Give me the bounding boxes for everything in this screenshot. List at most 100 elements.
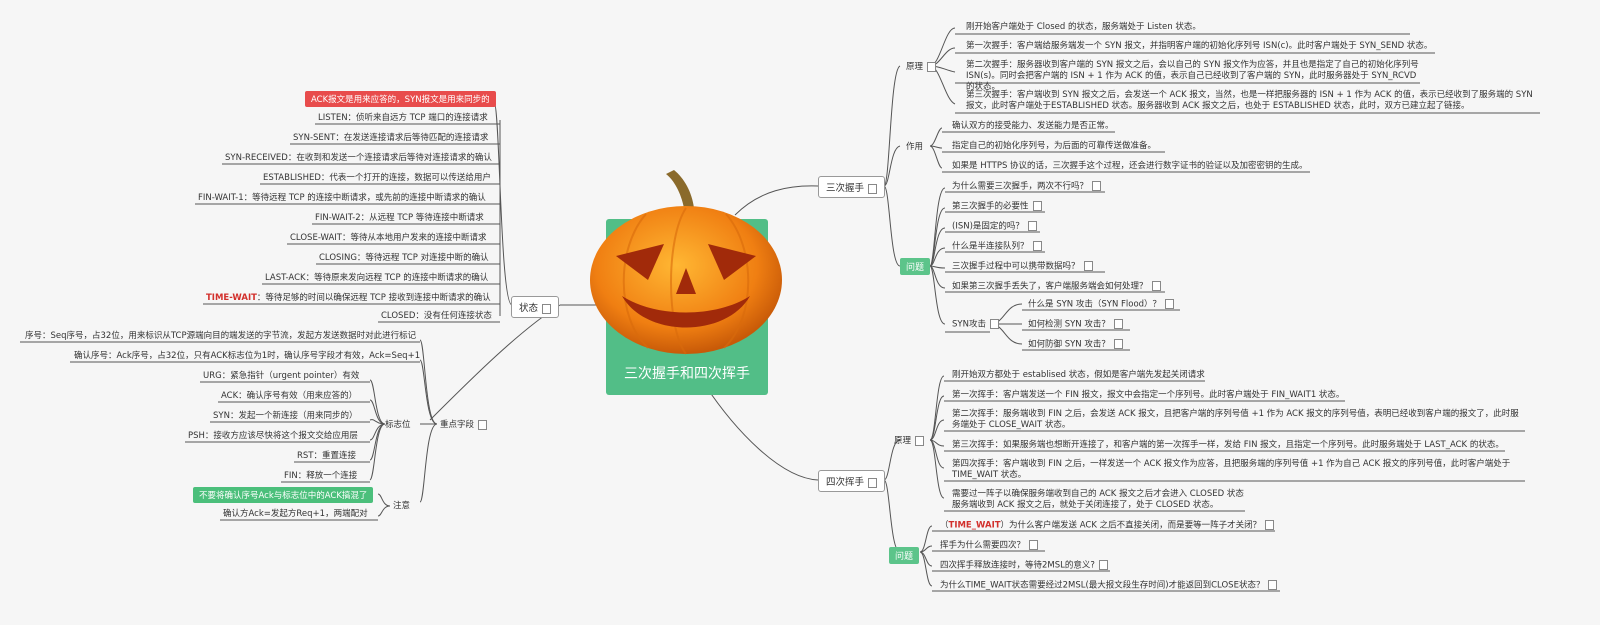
field-seq: 序号：Seq序号，占32位，用来标识从TCP源端向目的端发送的字节流，发起方发送…	[25, 331, 417, 341]
question-text: 如何防御 SYN 攻击？	[1028, 339, 1110, 350]
question-text: 四次挥手释放连接时，等待2MSL的意义?	[940, 560, 1095, 571]
states-note-tag: ACK报文是用来应答的，SYN报文是用来同步的	[305, 91, 496, 107]
four-way-principle-item: 第二次挥手：服务端收到 FIN 之后，会发送 ACK 报文，且把客户端的序列号值…	[952, 409, 1519, 430]
notes-text: 确认方Ack=发起方Req+1，两端配对	[223, 509, 368, 519]
node-three-way-handshake[interactable]: 三次握手	[818, 176, 886, 198]
flag-item: RST：重置连接	[297, 451, 356, 461]
note-icon	[868, 477, 878, 488]
note-icon	[542, 303, 552, 314]
three-way-question[interactable]: 第三次握手的必要性	[952, 201, 1042, 213]
flag-item: SYN：发起一个新连接（用来同步的）	[213, 411, 358, 421]
node-three-way-principle[interactable]: 原理	[906, 60, 937, 72]
syn-attack-question[interactable]: 如何防御 SYN 攻击？	[1028, 339, 1123, 351]
flag-item: ACK：确认序号有效（用来应答的）	[221, 391, 358, 401]
four-way-principle-item: 需要过一阵子以确保服务端收到自己的 ACK 报文之后才会进入 CLOSED 状态…	[952, 489, 1244, 510]
node-label: 状态	[519, 303, 539, 314]
question-text: （TIME_WAIT）为什么客户端发送 ACK 之后不直接关闭，而是要等一阵子才…	[940, 520, 1262, 531]
node-three-way-role[interactable]: 作用	[906, 140, 923, 152]
question-text: (ISN)是固定的吗？	[952, 221, 1024, 232]
state-item: FIN-WAIT-2：从远程 TCP 等待连接中断请求	[315, 213, 484, 223]
three-way-principle-item: 第二次握手：服务器收到客户端的 SYN 报文之后，会以自己的 SYN 报文作为应…	[966, 60, 1419, 92]
question-text: 为什么需要三次握手，两次不行吗？	[952, 181, 1089, 192]
question-text: 为什么TIME_WAIT状态需要经过2MSL(最大报文段生存时间)才能返回到CL…	[940, 580, 1265, 591]
four-way-question[interactable]: 为什么TIME_WAIT状态需要经过2MSL(最大报文段生存时间)才能返回到CL…	[940, 580, 1278, 592]
node-label: 四次挥手	[826, 477, 865, 488]
question-text: 三次握手过程中可以携带数据吗？	[952, 261, 1080, 272]
note-icon	[989, 319, 999, 329]
state-item: CLOSED：没有任何连接状态	[381, 311, 492, 321]
three-way-role-item: 确认双方的接受能力、发送能力是否正常。	[952, 121, 1114, 131]
state-item: CLOSE-WAIT：等待从本地用户发来的连接中断请求	[290, 233, 487, 243]
question-text: 什么是半连接队列？	[952, 241, 1029, 252]
center-topic-title: 三次握手和四次挥手	[624, 366, 750, 382]
flag-item: URG：紧急指针（urgent pointer）有效	[203, 371, 360, 381]
four-way-principle-item: 刚开始双方都处于 establised 状态，假如是客户端先发起关闭请求	[952, 370, 1205, 380]
note-icon	[1098, 560, 1108, 570]
note-icon	[1165, 299, 1175, 309]
note-icon	[915, 435, 925, 446]
state-item: ESTABLISHED：代表一个打开的连接，数据可以传送给用户	[263, 173, 491, 183]
four-way-question[interactable]: 挥手为什么需要四次？	[940, 540, 1039, 552]
note-icon	[868, 183, 878, 194]
flag-item: PSH：接收方应该尽快将这个报文交给应用层	[188, 431, 358, 441]
node-four-way-handshake[interactable]: 四次挥手	[818, 470, 886, 492]
state-item: SYN-SENT：在发送连接请求后等待匹配的连接请求	[293, 133, 489, 143]
three-way-role-item: 指定自己的初始化序列号，为后面的可靠传送做准备。	[952, 141, 1157, 151]
node-syn-attack[interactable]: SYN攻击	[952, 319, 999, 331]
state-item: SYN-RECEIVED：在收到和发送一个连接请求后等待对连接请求的确认	[225, 153, 492, 163]
three-way-question[interactable]: 为什么需要三次握手，两次不行吗？	[952, 181, 1102, 193]
node-label: 重点字段	[440, 420, 475, 430]
note-icon	[1092, 181, 1102, 191]
notes-tag: 不要将确认序号Ack与标志位中的ACK搞混了	[193, 487, 374, 503]
three-way-role-item: 如果是 HTTPS 协议的话，三次握手这个过程，还会进行数字证书的验证以及加密密…	[952, 161, 1308, 171]
node-four-way-principle[interactable]: 原理	[894, 434, 925, 446]
four-way-question[interactable]: 四次挥手释放连接时，等待2MSL的意义?	[940, 560, 1108, 572]
three-way-question[interactable]: (ISN)是固定的吗？	[952, 221, 1037, 233]
note-icon	[478, 419, 488, 430]
node-key-fields[interactable]: 重点字段	[440, 418, 488, 430]
three-way-principle-item: 刚开始客户端处于 Closed 的状态，服务端处于 Listen 状态。	[966, 22, 1201, 32]
note-icon	[1113, 319, 1123, 329]
state-item: CLOSING：等待远程 TCP 对连接中断的确认	[319, 253, 489, 263]
node-label: 原理	[906, 62, 924, 72]
three-way-principle-item: 第一次握手：客户端给服务端发一个 SYN 报文，并指明客户端的初始化序列号 IS…	[966, 41, 1433, 51]
question-text: 第三次握手的必要性	[952, 201, 1029, 212]
state-item: FIN-WAIT-1：等待远程 TCP 的连接中断请求，或先前的连接中断请求的确…	[198, 193, 486, 203]
mindmap-canvas: 三次握手和四次挥手 三次握手 原理 刚开始客户端处于 Closed 的状态，服务…	[0, 0, 1600, 625]
question-text: 挥手为什么需要四次？	[940, 540, 1026, 551]
three-way-question[interactable]: 三次握手过程中可以携带数据吗？	[952, 261, 1093, 273]
node-label: 三次握手	[826, 183, 865, 194]
note-icon	[1027, 221, 1037, 231]
note-icon	[1268, 580, 1278, 590]
node-three-way-questions[interactable]: 问题	[900, 258, 931, 275]
three-way-question[interactable]: 什么是半连接队列？	[952, 241, 1042, 253]
note-icon	[927, 61, 937, 72]
note-icon	[1032, 201, 1042, 211]
four-way-question[interactable]: （TIME_WAIT）为什么客户端发送 ACK 之后不直接关闭，而是要等一阵子才…	[940, 520, 1275, 532]
question-text: 什么是 SYN 攻击（SYN Flood）？	[1028, 299, 1162, 310]
three-way-principle-item: 第三次握手：客户端收到 SYN 报文之后，会发送一个 ACK 报文，当然，也是一…	[966, 90, 1533, 111]
note-icon	[1083, 261, 1093, 271]
node-states[interactable]: 状态	[511, 296, 560, 318]
node-flags[interactable]: 标志位	[385, 418, 411, 430]
node-notes[interactable]: 注意	[393, 499, 410, 511]
state-item: LAST-ACK：等待原来发向远程 TCP 的连接中断请求的确认	[265, 273, 489, 283]
note-icon	[1265, 520, 1275, 530]
state-item-time-wait: TIME-WAIT：等待足够的时间以确保远程 TCP 接收到连接中断请求的确认	[206, 293, 491, 303]
note-icon	[1113, 339, 1123, 349]
four-way-principle-item: 第四次挥手：客户端收到 FIN 之后，一样发送一个 ACK 报文作为应答，且把服…	[952, 459, 1511, 480]
question-text: 如何检测 SYN 攻击？	[1028, 319, 1110, 330]
four-way-principle-item: 第一次挥手：客户端发送一个 FIN 报文，报文中会指定一个序列号。此时客户端处于…	[952, 390, 1345, 400]
note-icon	[1029, 540, 1039, 550]
syn-attack-question[interactable]: 什么是 SYN 攻击（SYN Flood）？	[1028, 299, 1175, 311]
flag-item: FIN：释放一个连接	[284, 471, 358, 481]
four-way-principle-item: 第三次挥手：如果服务端也想断开连接了，和客户端的第一次挥手一样，发给 FIN 报…	[952, 440, 1504, 450]
state-item: LISTEN：侦听来自远方 TCP 端口的连接请求	[318, 113, 488, 123]
syn-attack-question[interactable]: 如何检测 SYN 攻击？	[1028, 319, 1123, 331]
note-icon	[1032, 241, 1042, 251]
field-ack: 确认序号：Ack序号，占32位，只有ACK标志位为1时，确认序号字段才有效，Ac…	[74, 351, 421, 361]
node-four-way-questions[interactable]: 问题	[889, 547, 920, 564]
question-text: 如果第三次握手丢失了，客户端服务端会如何处理？	[952, 281, 1148, 292]
three-way-question[interactable]: 如果第三次握手丢失了，客户端服务端会如何处理？	[952, 281, 1161, 293]
pumpkin-image	[590, 170, 782, 355]
